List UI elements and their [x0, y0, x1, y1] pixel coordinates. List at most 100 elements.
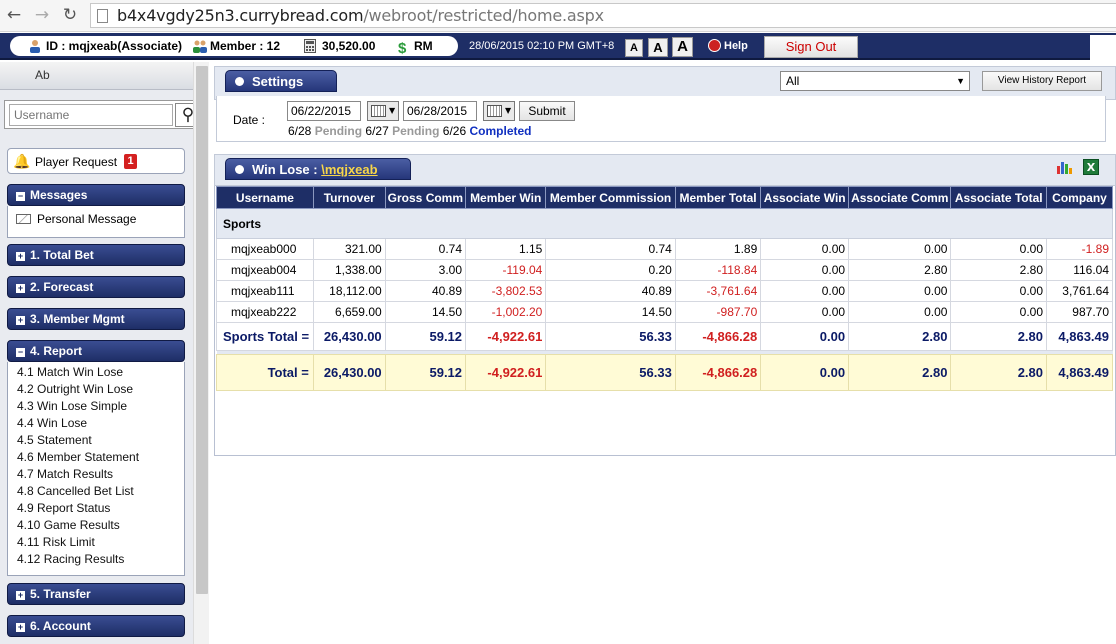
server-datetime: 28/06/2015 02:10 PM GMT+8	[469, 40, 615, 52]
dollar-icon: $	[398, 40, 407, 57]
cell-username[interactable]: mqjxeab222	[216, 301, 314, 323]
col-member-commission[interactable]: Member Commission	[545, 186, 676, 209]
date-from-input[interactable]: 06/22/2015	[287, 101, 361, 121]
col-gross-comm[interactable]: Gross Comm	[384, 186, 467, 209]
col-turnover[interactable]: Turnover	[312, 186, 386, 209]
player-request-button[interactable]: 🔔 Player Request 1	[7, 148, 185, 174]
calendar-icon	[371, 105, 386, 117]
status-pending: Pending	[314, 124, 363, 138]
report-game-results[interactable]: 4.10 Game Results	[17, 518, 120, 532]
col-associate-win[interactable]: Associate Win	[760, 186, 850, 209]
filter-select[interactable]: All ▼	[780, 71, 970, 91]
report-risk-limit[interactable]: 4.11 Risk Limit	[17, 535, 95, 549]
member-icon	[192, 39, 207, 53]
date-to-input[interactable]: 06/28/2015	[403, 101, 477, 121]
font-medium-button[interactable]: A	[648, 38, 668, 57]
view-history-report-button[interactable]: View History Report	[982, 71, 1102, 91]
grand-total-row: Total = 26,430.00 59.12 -4,922.61 56.33 …	[216, 354, 1113, 391]
font-small-button[interactable]: A	[625, 39, 643, 57]
calculator-icon	[304, 39, 318, 53]
back-icon[interactable]: ←	[4, 5, 24, 25]
chart-icon[interactable]	[1055, 159, 1073, 175]
member-count: Member : 12	[210, 39, 281, 53]
scrollbar-thumb[interactable]	[196, 66, 208, 594]
menu-account[interactable]: +6. Account	[7, 615, 185, 637]
report-outright-win-lose[interactable]: 4.2 Outright Win Lose	[17, 382, 133, 396]
col-username[interactable]: Username	[216, 186, 314, 209]
group-label: Sports	[216, 208, 1113, 239]
sign-out-button[interactable]: Sign Out	[764, 36, 858, 58]
sports-total-row: Sports Total = 26,430.00 59.12 -4,922.61…	[216, 322, 1113, 351]
report-cancelled-bet-list[interactable]: 4.8 Cancelled Bet List	[17, 484, 134, 498]
bell-icon: 🔔	[13, 153, 31, 169]
url-path: /webroot/restricted/home.aspx	[363, 6, 604, 25]
cell-username[interactable]: mqjxeab000	[216, 238, 314, 260]
bullet-icon	[235, 77, 244, 86]
expand-icon: +	[16, 590, 25, 600]
dropdown-arrow-icon: ▼	[956, 76, 965, 86]
menu-member-mgmt[interactable]: +3. Member Mgmt	[7, 308, 185, 330]
settings-panel-header: Settings All ▼ View History Report	[214, 66, 1116, 100]
expand-icon: +	[16, 283, 25, 293]
expand-icon: +	[16, 622, 25, 632]
col-member-total[interactable]: Member Total	[674, 186, 762, 209]
reload-icon[interactable]: ↻	[60, 5, 80, 25]
report-racing-results[interactable]: 4.12 Racing Results	[17, 552, 124, 566]
date-from-calendar-button[interactable]: ▼	[367, 101, 399, 121]
col-associate-comm[interactable]: Associate Comm	[848, 186, 952, 209]
sidebar-tab[interactable]: Ab	[0, 62, 193, 90]
envelope-icon	[16, 214, 31, 224]
expand-icon: +	[16, 315, 25, 325]
col-member-win[interactable]: Member Win	[465, 186, 547, 209]
username-search-input[interactable]	[9, 104, 173, 126]
menu-forecast[interactable]: +2. Forecast	[7, 276, 185, 298]
help-link[interactable]: Help	[708, 39, 748, 52]
report-report-status[interactable]: 4.9 Report Status	[17, 501, 110, 515]
table-row: mqjxeab000 321.00 0.74 1.15 0.74 1.89 0.…	[216, 238, 1113, 260]
col-associate-total[interactable]: Associate Total	[950, 186, 1047, 209]
report-submenu: 4.1 Match Win Lose 4.2 Outright Win Lose…	[7, 362, 185, 576]
excel-export-icon[interactable]: X	[1083, 159, 1099, 175]
date-to-calendar-button[interactable]: ▼	[483, 101, 515, 121]
address-bar[interactable]: b4x4vgdy25n3.currybread.com/webroot/rest…	[90, 3, 1116, 28]
personal-message-link[interactable]: Personal Message	[16, 212, 136, 226]
help-icon	[708, 39, 721, 52]
report-win-lose[interactable]: 4.4 Win Lose	[17, 416, 87, 430]
currency-label: RM	[414, 39, 433, 53]
win-lose-tab: Win Lose : \mqjxeab	[225, 158, 411, 180]
table-row: mqjxeab111 18,112.00 40.89 -3,802.53 40.…	[216, 280, 1113, 302]
settings-tab: Settings	[225, 70, 337, 92]
win-lose-panel-header: Win Lose : \mqjxeab X	[214, 154, 1116, 186]
menu-report[interactable]: −4. Report	[7, 340, 185, 362]
cell-username[interactable]: mqjxeab111	[216, 280, 314, 302]
report-win-lose-simple[interactable]: 4.3 Win Lose Simple	[17, 399, 127, 413]
sidebar-tab-label: Ab	[35, 68, 50, 82]
help-label: Help	[724, 40, 748, 52]
dropdown-arrow-icon: ▼	[505, 106, 512, 115]
user-path-link[interactable]: \mqjxeab	[321, 162, 377, 177]
table-row: mqjxeab004 1,338.00 3.00 -119.04 0.20 -1…	[216, 259, 1113, 281]
font-large-button[interactable]: A	[672, 37, 693, 57]
status-completed: Completed	[469, 124, 532, 138]
win-lose-table: Username Turnover Gross Comm Member Win …	[216, 186, 1113, 391]
player-request-label: Player Request	[35, 155, 118, 169]
menu-total-bet[interactable]: +1. Total Bet	[7, 244, 185, 266]
user-info-pill: ID : mqjxeab(Associate) Member : 12 30,5…	[10, 36, 458, 57]
submit-button[interactable]: Submit	[519, 101, 575, 121]
status-pending: Pending	[392, 124, 440, 138]
report-member-statement[interactable]: 4.6 Member Statement	[17, 450, 139, 464]
bullet-icon	[235, 165, 244, 174]
forward-icon[interactable]: →	[32, 5, 52, 25]
col-company[interactable]: Company	[1046, 186, 1113, 209]
report-match-results[interactable]: 4.7 Match Results	[17, 467, 113, 481]
menu-transfer[interactable]: +5. Transfer	[7, 583, 185, 605]
collapse-icon: −	[16, 347, 25, 357]
report-statement[interactable]: 4.5 Statement	[17, 433, 92, 447]
group-row-sports: Sports	[216, 208, 1113, 239]
cell-username[interactable]: mqjxeab004	[216, 259, 314, 281]
report-match-win-lose[interactable]: 4.1 Match Win Lose	[17, 365, 123, 379]
sidebar-scrollbar[interactable]	[193, 62, 209, 644]
player-request-badge: 1	[124, 154, 137, 169]
sidebar: Ab ⚲ 🔔 Player Request 1 −Messages Person…	[0, 62, 204, 644]
messages-header[interactable]: − Messages	[7, 184, 185, 206]
